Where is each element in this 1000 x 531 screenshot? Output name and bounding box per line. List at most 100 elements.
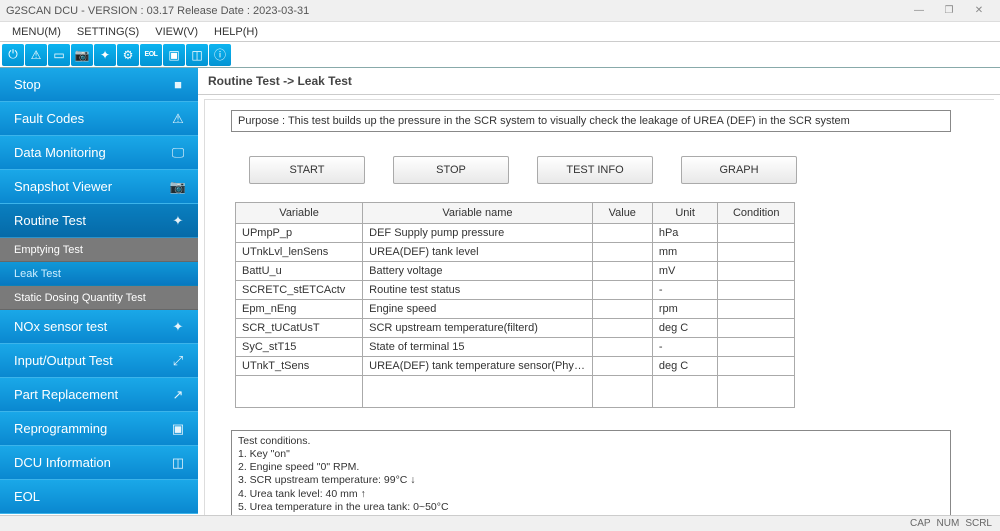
power-icon[interactable]: ⏻ — [2, 44, 24, 66]
cell-cond — [718, 243, 795, 262]
table-row[interactable]: UPmpP_pDEF Supply pump pressurehPa — [236, 224, 795, 243]
cell-value — [592, 300, 652, 319]
menubar: MENU(M) SETTING(S) VIEW(V) HELP(H) — [0, 22, 1000, 42]
info-icon[interactable]: ⓘ — [209, 44, 231, 66]
sidebar-item-label: Routine Test — [14, 213, 86, 228]
cell-value — [592, 338, 652, 357]
test-conditions: Test conditions. 1. Key "on"2. Engine sp… — [231, 430, 951, 515]
sidebar-item-snapshot-viewer[interactable]: Snapshot Viewer 📷 — [0, 170, 198, 204]
table-row[interactable]: SCR_tUCatUsTSCR upstream temperature(fil… — [236, 319, 795, 338]
statusbar: CAP NUM SCRL — [0, 515, 1000, 531]
eol-icon[interactable]: EOL — [140, 44, 162, 66]
variables-table: Variable Variable name Value Unit Condit… — [235, 202, 795, 408]
cluster-icon: ✦ — [168, 211, 188, 231]
cell-unit: deg C — [652, 357, 718, 376]
sidebar-item-eol[interactable]: EOL — [0, 480, 198, 514]
titlebar: G2SCAN DCU - VERSION : 03.17 Release Dat… — [0, 0, 1000, 22]
cell-value — [592, 262, 652, 281]
swap-icon: ↗ — [168, 385, 188, 405]
table-row[interactable]: Epm_nEngEngine speedrpm — [236, 300, 795, 319]
stop-button[interactable]: STOP — [393, 156, 509, 184]
cell-cond — [718, 300, 795, 319]
sidebar-sub-static-dosing[interactable]: Static Dosing Quantity Test — [0, 286, 198, 310]
cell-value — [592, 224, 652, 243]
sidebar-item-dcu-information[interactable]: DCU Information ◫ — [0, 446, 198, 480]
table-row[interactable]: UTnkLvl_lenSensUREA(DEF) tank levelmm — [236, 243, 795, 262]
cell-unit: deg C — [652, 319, 718, 338]
close-button[interactable]: ✕ — [964, 2, 994, 20]
panel-icon[interactable]: ▣ — [163, 44, 185, 66]
cell-name: SCR upstream temperature(filterd) — [363, 319, 593, 338]
menu-menu[interactable]: MENU(M) — [4, 24, 69, 40]
graph-button[interactable]: GRAPH — [681, 156, 797, 184]
sidebar-sub-label: Emptying Test — [14, 244, 83, 256]
start-button[interactable]: START — [249, 156, 365, 184]
table-row[interactable]: BattU_uBattery voltagemV — [236, 262, 795, 281]
sidebar-sub-emptying-test[interactable]: Emptying Test — [0, 238, 198, 262]
sidebar-item-part-replacement[interactable]: Part Replacement ↗ — [0, 378, 198, 412]
sidebar-item-nox-sensor-test[interactable]: NOx sensor test ✦ — [0, 310, 198, 344]
warning-icon[interactable]: ⚠ — [25, 44, 47, 66]
col-condition[interactable]: Condition — [718, 203, 795, 224]
cell-name: UREA(DEF) tank temperature sensor(Physic… — [363, 357, 593, 376]
sidebar-item-routine-test[interactable]: Routine Test ✦ — [0, 204, 198, 238]
sidebar-item-label: NOx sensor test — [14, 319, 107, 334]
condition-line: 5. Urea temperature in the urea tank: 0~… — [238, 501, 944, 514]
sidebar-item-fault-codes[interactable]: Fault Codes ⚠ — [0, 102, 198, 136]
sidebar-item-reprogramming[interactable]: Reprogramming ▣ — [0, 412, 198, 446]
cell-name: Battery voltage — [363, 262, 593, 281]
cell-unit: mm — [652, 243, 718, 262]
test-info-button[interactable]: TEST INFO — [537, 156, 653, 184]
gear-icon[interactable]: ⚙ — [117, 44, 139, 66]
cell-cond — [718, 281, 795, 300]
cell-unit: rpm — [652, 300, 718, 319]
sidebar-item-io-test[interactable]: Input/Output Test ⤢ — [0, 344, 198, 378]
maximize-button[interactable]: ❐ — [934, 2, 964, 20]
cell-var: UTnkLvl_lenSens — [236, 243, 363, 262]
table-row[interactable]: SyC_stT15State of terminal 15- — [236, 338, 795, 357]
cell-var: UPmpP_p — [236, 224, 363, 243]
minimize-button[interactable]: — — [904, 2, 934, 20]
sidebar-item-label: EOL — [14, 489, 40, 504]
io-icon: ⤢ — [168, 351, 188, 371]
col-value[interactable]: Value — [592, 203, 652, 224]
purpose-text: Purpose : This test builds up the pressu… — [231, 110, 951, 132]
sidebar-item-label: Reprogramming — [14, 421, 107, 436]
menu-help[interactable]: HELP(H) — [206, 24, 266, 40]
cluster-icon[interactable]: ✦ — [94, 44, 116, 66]
sidebar-item-label: Part Replacement — [14, 387, 118, 402]
camera-icon: 📷 — [168, 177, 188, 197]
cell-value — [592, 243, 652, 262]
sidebar-item-stop[interactable]: Stop ■ — [0, 68, 198, 102]
sidebar-item-label: Snapshot Viewer — [14, 179, 112, 194]
cell-cond — [718, 262, 795, 281]
cell-var: UTnkT_tSens — [236, 357, 363, 376]
warning-icon: ⚠ — [168, 109, 188, 129]
col-unit[interactable]: Unit — [652, 203, 718, 224]
sidebar-item-data-monitoring[interactable]: Data Monitoring 🖵 — [0, 136, 198, 170]
chip-icon: ◫ — [168, 453, 188, 473]
cell-var: SyC_stT15 — [236, 338, 363, 357]
window-title: G2SCAN DCU - VERSION : 03.17 Release Dat… — [6, 5, 904, 17]
main-panel: Routine Test -> Leak Test Purpose : This… — [198, 68, 1000, 515]
col-variable[interactable]: Variable — [236, 203, 363, 224]
menu-setting[interactable]: SETTING(S) — [69, 24, 147, 40]
cell-cond — [718, 224, 795, 243]
cell-name: Routine test status — [363, 281, 593, 300]
cell-cond — [718, 338, 795, 357]
sidebar-sub-leak-test[interactable]: Leak Test — [0, 262, 198, 286]
stop-icon: ■ — [168, 75, 188, 95]
doc-icon[interactable]: ▭ — [48, 44, 70, 66]
menu-view[interactable]: VIEW(V) — [147, 24, 206, 40]
status-cap: CAP — [910, 518, 931, 529]
status-num: NUM — [937, 518, 960, 529]
col-variable-name[interactable]: Variable name — [363, 203, 593, 224]
table-row[interactable]: UTnkT_tSensUREA(DEF) tank temperature se… — [236, 357, 795, 376]
cell-unit: mV — [652, 262, 718, 281]
condition-line: 2. Engine speed "0" RPM. — [238, 461, 944, 474]
chip-icon[interactable]: ◫ — [186, 44, 208, 66]
condition-line: 1. Key "on" — [238, 448, 944, 461]
sidebar-item-label: Stop — [14, 77, 41, 92]
camera-icon[interactable]: 📷 — [71, 44, 93, 66]
table-row[interactable]: SCRETC_stETCActvRoutine test status- — [236, 281, 795, 300]
